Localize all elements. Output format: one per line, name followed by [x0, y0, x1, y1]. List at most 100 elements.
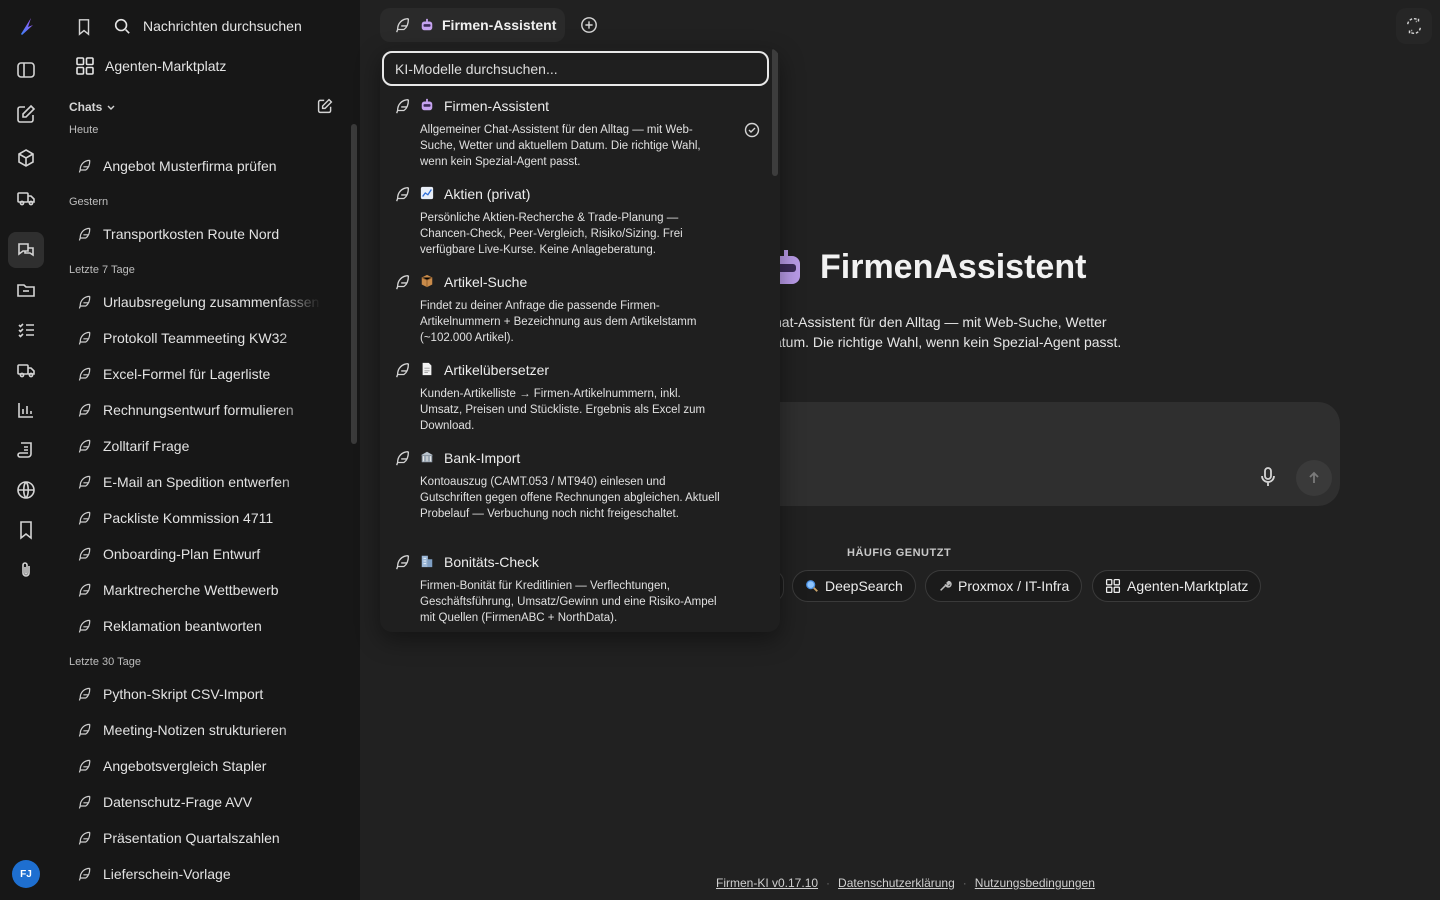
model-option[interactable]: Aktien (privat) Persönliche Aktien-Recher… [394, 184, 764, 258]
terms-link[interactable]: Nutzungsbedingungen [975, 876, 1095, 890]
feather-icon [78, 619, 91, 633]
chat-list-item[interactable]: Excel-Formel für Lagerliste [53, 356, 353, 392]
app-logo-icon[interactable] [8, 8, 44, 44]
model-name: Bonitäts-Check [444, 554, 539, 570]
document-icon [420, 362, 436, 378]
feather-icon [78, 227, 91, 241]
chat-list-item[interactable]: Transportkosten Route Nord [53, 216, 353, 252]
folder-icon[interactable] [8, 272, 44, 308]
chip-deepsearch[interactable]: DeepSearch [792, 570, 916, 602]
model-option[interactable]: Bonitäts-Check Firmen-Bonität für Kreditl… [394, 552, 764, 626]
cube-settings-icon[interactable] [8, 140, 44, 176]
model-option[interactable]: Artikelübersetzer Kunden-Artikelliste → F… [394, 360, 764, 434]
message-composer[interactable] [740, 402, 1340, 506]
chat-sidebar: Nachrichten durchsuchen Agenten-Marktpla… [53, 0, 360, 900]
model-description: Kontoauszug (CAMT.053 / MT940) einlesen … [420, 476, 720, 520]
feather-icon [78, 759, 91, 773]
chat-list-item[interactable]: Angebot Musterfirma prüfen [53, 148, 353, 184]
paperclip-icon[interactable] [8, 552, 44, 588]
chat-list-item[interactable]: Datenschutz-Frage AVV [53, 784, 353, 820]
model-selector-tab[interactable]: Firmen-Assistent [380, 8, 565, 42]
model-search-input[interactable] [382, 51, 769, 86]
wrench-icon [938, 579, 952, 593]
model-name: Artikelübersetzer [444, 362, 550, 378]
expand-chat-icon[interactable] [1396, 8, 1432, 44]
avatar[interactable]: FJ [12, 860, 40, 888]
footer-links: Firmen-KI v0.17.10 · Datenschutzerklärun… [716, 876, 1095, 890]
chat-list-item[interactable]: Lieferschein-Vorlage [53, 856, 353, 892]
model-option[interactable]: Firmen-Assistent Allgemeiner Chat-Assiste… [394, 96, 764, 170]
truck-icon[interactable] [8, 180, 44, 216]
chat-list-item[interactable]: Angebotsvergleich Stapler [53, 748, 353, 784]
toggle-sidebar-icon[interactable] [8, 52, 44, 88]
dropdown-scrollbar[interactable] [772, 48, 778, 176]
chip-deepsearch-label: DeepSearch [825, 578, 903, 594]
microphone-icon[interactable] [1258, 466, 1278, 488]
search-messages-button[interactable]: Nachrichten durchsuchen [113, 14, 302, 38]
chat-title: Präsentation Quartalszahlen [103, 830, 280, 846]
pinned-bookmark-icon[interactable] [71, 14, 97, 40]
frequently-used-label: HÄUFIG GENUTZT [847, 547, 952, 559]
version-link[interactable]: Firmen-KI v0.17.10 [716, 876, 818, 890]
chip-proxmox[interactable]: Proxmox / IT-Infra [925, 570, 1083, 602]
chat-title: Protokoll Teammeeting KW32 [103, 330, 288, 346]
chat-list-item[interactable]: Zolltarif Frage [53, 428, 353, 464]
feather-icon [396, 187, 410, 202]
bar-chart-icon[interactable] [8, 392, 44, 428]
chat-list-item[interactable]: Python-Skript CSV-Import [53, 676, 353, 712]
chat-title: Datenschutz-Frage AVV [103, 794, 253, 810]
chat-title: Meeting-Notizen strukturieren [103, 722, 287, 738]
chat-group-label: Heute [69, 124, 99, 136]
new-chat-icon[interactable] [8, 96, 44, 132]
chat-list-item[interactable]: Reklamation beantworten [53, 608, 353, 644]
chat-title: Reklamation beantworten [103, 618, 262, 634]
marketplace-label: Agenten-Marktplatz [105, 58, 227, 74]
chat-list-item[interactable]: E-Mail an Spedition entwerfen [53, 464, 353, 500]
model-description: Kunden-Artikelliste → Firmen-Artikelnumm… [420, 388, 706, 432]
chip-agent-marketplace[interactable]: Agenten-Marktplatz [1092, 570, 1262, 602]
feather-icon [396, 555, 410, 570]
privacy-link[interactable]: Datenschutzerklärung [838, 876, 955, 890]
checklist-icon[interactable] [8, 312, 44, 348]
grid-icon [1105, 578, 1121, 594]
feather-icon [78, 331, 91, 345]
chat-title: Onboarding-Plan Entwurf [103, 546, 261, 562]
chat-list-item[interactable]: Rechnungsentwurf formulieren [53, 392, 353, 428]
scroll-icon[interactable] [8, 432, 44, 468]
package-icon [420, 274, 436, 290]
delivery-truck-icon[interactable] [8, 352, 44, 388]
chat-list-item[interactable]: Urlaubsregelung zusammenfassen [53, 284, 353, 320]
chat-list-item[interactable]: Meeting-Notizen strukturieren [53, 712, 353, 748]
chats-icon[interactable] [8, 232, 44, 268]
chats-section-toggle[interactable]: Chats [69, 100, 116, 114]
model-option[interactable]: Artikel-Suche Findet zu deiner Anfrage di… [394, 272, 764, 346]
sidebar-scrollbar[interactable] [351, 124, 357, 444]
chevron-down-icon [107, 105, 115, 110]
chat-title: Packliste Kommission 4711 [103, 510, 274, 526]
globe-icon[interactable] [8, 472, 44, 508]
chat-list-item[interactable]: Onboarding-Plan Entwurf [53, 536, 353, 572]
feather-icon [78, 295, 91, 309]
check-circle-icon [744, 122, 760, 138]
feather-icon [78, 795, 91, 809]
bookmark-icon[interactable] [8, 512, 44, 548]
agent-marketplace-link[interactable]: Agenten-Marktplatz [75, 54, 226, 78]
arrow-up-icon [1309, 471, 1319, 483]
chat-list: Heute Angebot Musterfirma prüfen Gestern Tr… [53, 124, 353, 892]
model-tab-label: Firmen-Assistent [442, 17, 557, 33]
chat-list-item[interactable]: Präsentation Quartalszahlen [53, 820, 353, 856]
send-button[interactable] [1296, 460, 1332, 496]
chat-list-item[interactable]: Protokoll Teammeeting KW32 [53, 320, 353, 356]
chat-list-item[interactable]: Packliste Kommission 4711 [53, 500, 353, 536]
model-option[interactable]: Bank-Import Kontoauszug (CAMT.053 / MT940… [394, 448, 764, 522]
new-chat-compose-icon[interactable] [317, 98, 333, 114]
chat-list-item[interactable]: Marktrecherche Wettbewerb [53, 572, 353, 608]
feather-icon [78, 511, 91, 525]
search-icon [114, 18, 130, 34]
robot-icon [420, 98, 436, 114]
chat-title: Angebotsvergleich Stapler [103, 758, 267, 774]
feather-icon [78, 583, 91, 597]
model-name: Artikel-Suche [444, 274, 528, 290]
feather-icon [78, 439, 91, 453]
add-model-icon[interactable] [580, 16, 598, 34]
